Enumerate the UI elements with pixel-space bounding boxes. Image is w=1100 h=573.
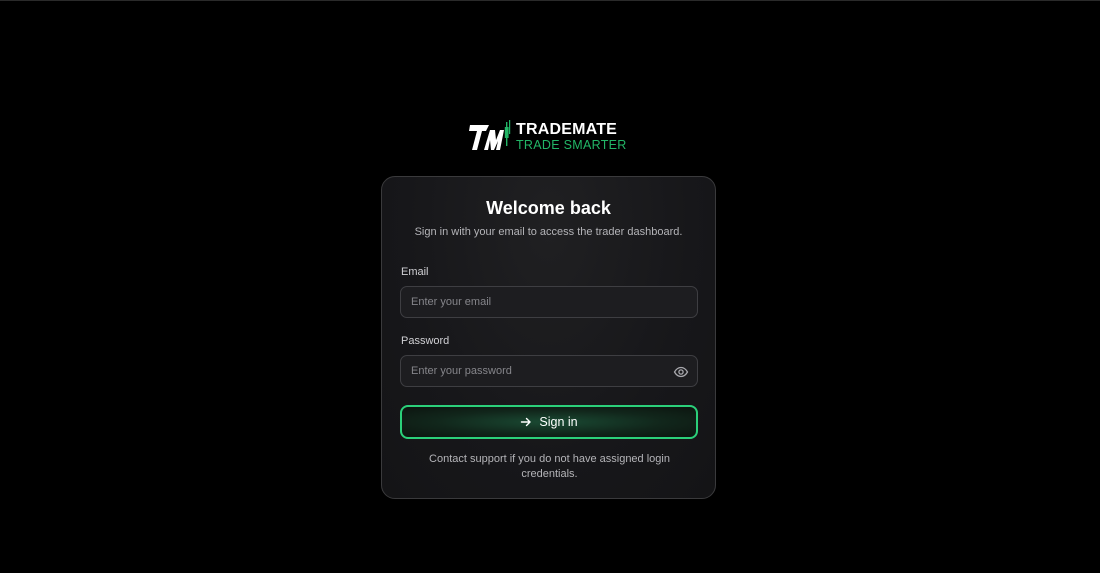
eye-icon[interactable]: [673, 364, 689, 380]
brand-logo: TRADEMATE TRADE SMARTER: [469, 120, 627, 154]
support-note: Contact support if you do not have assig…: [429, 453, 670, 480]
password-label: Password: [401, 335, 450, 347]
password-field-box[interactable]: [400, 355, 698, 387]
password-input[interactable]: [401, 356, 697, 386]
email-label: Email: [401, 266, 429, 278]
email-field-box[interactable]: [400, 286, 698, 318]
arrow-right-icon: [521, 417, 532, 427]
login-title: Welcome back: [486, 198, 611, 218]
brand-tagline: TRADE SMARTER: [516, 138, 627, 152]
tm-logo-icon: [469, 120, 511, 150]
login-card: Welcome back Sign in with your email to …: [381, 176, 716, 499]
sign-in-button[interactable]: Sign in: [400, 405, 698, 439]
brand-name: TRADEMATE: [516, 121, 618, 138]
top-divider: [0, 0, 1100, 1]
sign-in-label: Sign in: [539, 415, 578, 429]
login-subtitle: Sign in with your email to access the tr…: [414, 226, 683, 238]
email-input[interactable]: [401, 287, 697, 317]
